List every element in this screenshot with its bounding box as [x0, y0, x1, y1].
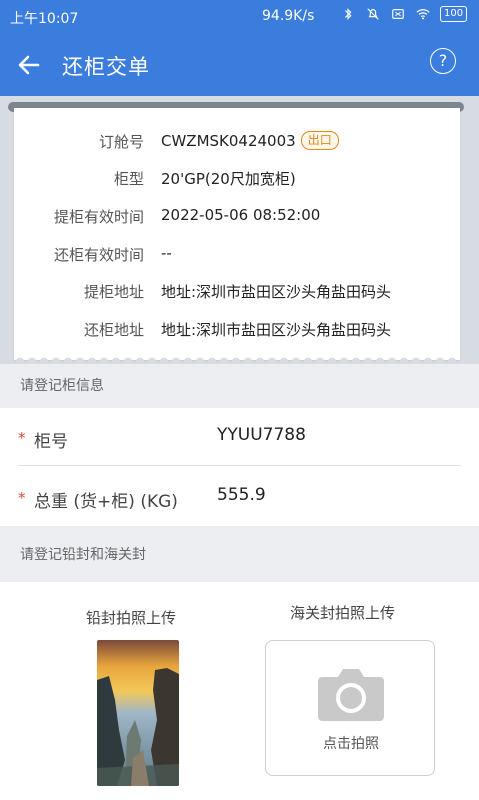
take-photo-label: 点击拍照	[323, 736, 379, 752]
container-no-input[interactable]: YYUU7788	[217, 425, 306, 445]
wifi-icon	[416, 9, 430, 20]
export-badge: 出口	[300, 131, 339, 150]
back-arrow-icon[interactable]	[16, 52, 42, 78]
required-marker: *	[18, 429, 26, 447]
status-bar: 上午10:07 94.9K/s 100	[0, 0, 479, 34]
ticket-row-return-address: 还柜地址 地址:深圳市盐田区沙头角盐田码头	[14, 314, 460, 344]
help-icon[interactable]: ?	[430, 48, 456, 74]
seal-uploads: 铅封拍照上传 海关封拍照上传 点击拍照	[0, 582, 479, 800]
seal-section-header: 请登记铅封和海关封	[0, 526, 479, 582]
container-info-section-title: 请登记柜信息	[20, 378, 104, 394]
page-title: 还柜交单	[62, 55, 150, 79]
app-bar: 还柜交单 ?	[0, 34, 479, 96]
ticket-row-return-time: 还柜有效时间 --	[14, 239, 460, 269]
mute-icon	[367, 8, 379, 20]
gross-weight-row[interactable]: * 总重 (货+柜) (KG) 555.9	[0, 468, 479, 526]
bluetooth-icon	[344, 8, 352, 20]
network-speed: 94.9K/s	[262, 8, 315, 24]
ticket-row-pickup-time: 提柜有效时间 2022-05-06 08:52:00	[14, 201, 460, 231]
gross-weight-input[interactable]: 555.9	[217, 485, 266, 505]
booking-no-value: CWZMSK0424003 出口	[161, 131, 339, 150]
battery-icon: 100	[440, 6, 468, 22]
container-no-label: 柜号	[34, 432, 68, 452]
booking-ticket: 订舱号 CWZMSK0424003 出口 柜型 20'GP(20尺加宽柜) 提柜有…	[14, 108, 460, 360]
ticket-row-pickup-address: 提柜地址 地址:深圳市盐田区沙头角盐田码头	[14, 276, 460, 306]
booking-no-text: CWZMSK0424003	[161, 132, 296, 150]
status-icons: 100	[340, 6, 468, 22]
booking-no-label: 订舱号	[98, 133, 144, 151]
pickup-address-value: 地址:深圳市盐田区沙头角盐田码头	[161, 283, 392, 301]
lead-seal-photo[interactable]	[97, 640, 179, 786]
status-time: 上午10:07	[10, 11, 79, 27]
ticket-row-booking-no: 订舱号 CWZMSK0424003 出口	[14, 126, 460, 156]
customs-seal-label: 海关封拍照上传	[290, 604, 396, 622]
ticket-row-container-type: 柜型 20'GP(20尺加宽柜)	[14, 163, 460, 193]
container-form: * 柜号 YYUU7788 * 总重 (货+柜) (KG) 555.9	[0, 408, 479, 526]
camera-icon	[318, 669, 384, 721]
required-marker: *	[18, 489, 26, 507]
pickup-time-label: 提柜有效时间	[53, 208, 144, 226]
return-time-value: --	[161, 244, 172, 262]
return-time-label: 还柜有效时间	[53, 246, 144, 264]
lead-seal-label: 铅封拍照上传	[86, 609, 177, 627]
container-type-label: 柜型	[113, 170, 144, 188]
container-type-value: 20'GP(20尺加宽柜)	[161, 170, 296, 188]
ticket-serrated-edge	[14, 354, 460, 362]
container-no-row[interactable]: * 柜号 YYUU7788	[0, 408, 479, 466]
sim-icon	[392, 9, 404, 19]
return-address-value: 地址:深圳市盐田区沙头角盐田码头	[161, 321, 392, 339]
customs-seal-camera-button[interactable]: 点击拍照	[265, 640, 435, 776]
container-info-section-header: 请登记柜信息	[0, 364, 479, 408]
seal-section-title: 请登记铅封和海关封	[20, 547, 146, 563]
return-address-label: 还柜地址	[83, 321, 144, 339]
pickup-address-label: 提柜地址	[83, 283, 144, 301]
gross-weight-label: 总重 (货+柜) (KG)	[34, 492, 178, 512]
pickup-time-value: 2022-05-06 08:52:00	[161, 206, 321, 224]
form-divider	[18, 465, 461, 466]
